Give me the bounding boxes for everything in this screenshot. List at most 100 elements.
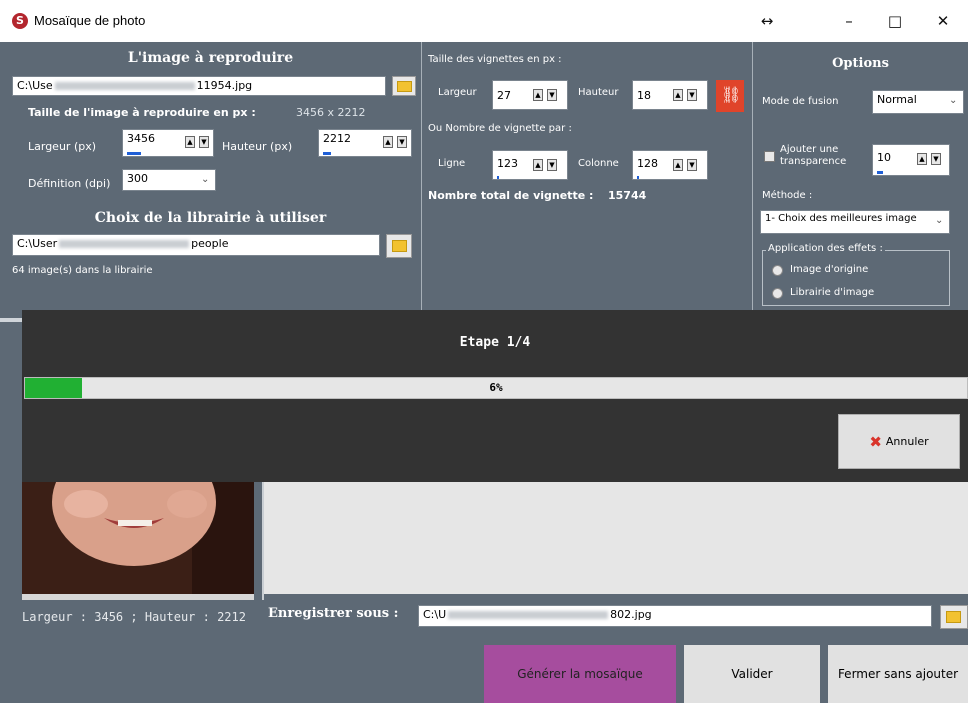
- cancel-button[interactable]: ✖ Annuler: [838, 414, 960, 469]
- cancel-icon: ✖: [869, 432, 882, 451]
- tile-width-value: 27: [497, 89, 511, 102]
- spin-down-icon[interactable]: ▼: [687, 159, 697, 171]
- radio-library-label: Librairie d'image: [790, 287, 875, 298]
- library-path-prefix: C:\User: [17, 237, 58, 250]
- preview-photo: [22, 482, 254, 594]
- save-as-label: Enregistrer sous :: [268, 606, 399, 621]
- tile-height-label: Hauteur: [578, 87, 619, 98]
- source-path-prefix: C:\Use: [17, 79, 53, 92]
- total-tiles-value: 15744: [608, 189, 647, 202]
- folder-icon: [946, 611, 961, 623]
- step-label: Etape 1/4: [459, 335, 531, 350]
- browse-library-button[interactable]: [386, 234, 412, 258]
- slider-thumb[interactable]: [877, 171, 883, 174]
- chevron-down-icon: ⌄: [935, 215, 944, 226]
- title-bar: S Mosaïque de photo ↔ – □ ✕: [0, 0, 968, 42]
- spin-down-icon[interactable]: ▼: [199, 136, 209, 148]
- maximize-button[interactable]: □: [872, 6, 918, 36]
- mosaic-preview-area: [264, 482, 968, 594]
- col-stepper[interactable]: 128 ▲ ▼: [632, 150, 708, 180]
- redacted-text: [59, 240, 190, 248]
- spin-down-icon[interactable]: ▼: [687, 89, 697, 101]
- slider-thumb[interactable]: [323, 152, 331, 155]
- library-count: 64 image(s) dans la librairie: [12, 265, 153, 276]
- row-stepper[interactable]: 123 ▲ ▼: [492, 150, 568, 180]
- slider-thumb[interactable]: [497, 176, 499, 179]
- validate-button[interactable]: Valider: [684, 645, 820, 703]
- width-value: 3456: [127, 132, 155, 145]
- minimize-button[interactable]: –: [826, 6, 872, 36]
- spin-up-icon[interactable]: ▲: [383, 136, 393, 148]
- source-path-suffix: 11954.jpg: [196, 79, 253, 92]
- redacted-text: [448, 611, 609, 619]
- progress-bar: 6%: [24, 377, 968, 399]
- spin-down-icon[interactable]: ▼: [547, 89, 557, 101]
- dpi-label: Définition (dpi): [28, 177, 111, 190]
- resize-icon[interactable]: ↔: [744, 6, 790, 36]
- folder-icon: [392, 240, 407, 252]
- transparency-label: Ajouter une transparence: [780, 144, 846, 168]
- col-value: 128: [637, 157, 658, 170]
- progress-percent: 6%: [489, 381, 503, 394]
- tile-width-label: Largeur: [438, 87, 477, 98]
- spin-up-icon[interactable]: ▲: [185, 136, 195, 148]
- open-file-icon: [397, 81, 412, 92]
- blend-mode-label: Mode de fusion: [762, 96, 839, 107]
- browse-save-button[interactable]: [940, 605, 968, 629]
- slider-thumb[interactable]: [637, 176, 639, 179]
- radio-library[interactable]: [772, 288, 783, 299]
- dpi-select[interactable]: 300 ⌄: [122, 169, 216, 191]
- tile-height-stepper[interactable]: 18 ▲ ▼: [632, 80, 708, 110]
- divider: [0, 318, 24, 322]
- library-header: Choix de la librairie à utiliser: [94, 210, 327, 226]
- preview-image: [22, 482, 254, 594]
- slider-thumb[interactable]: [127, 152, 141, 155]
- col-label: Colonne: [578, 158, 619, 169]
- window-title: Mosaïque de photo: [34, 13, 146, 28]
- method-select[interactable]: 1- Choix des meilleures image ⌄: [760, 210, 950, 234]
- row-label: Ligne: [438, 158, 466, 169]
- tile-width-stepper[interactable]: 27 ▲ ▼: [492, 80, 568, 110]
- spin-down-icon[interactable]: ▼: [931, 153, 941, 165]
- spin-up-icon[interactable]: ▲: [533, 89, 543, 101]
- spin-up-icon[interactable]: ▲: [673, 89, 683, 101]
- total-tiles-label: Nombre total de vignette :: [428, 189, 594, 202]
- save-path-suffix: 802.jpg: [610, 608, 652, 621]
- method-label: Méthode :: [762, 190, 813, 201]
- spin-down-icon[interactable]: ▼: [397, 136, 407, 148]
- image-dimensions: Largeur : 3456 ; Hauteur : 2212: [22, 610, 246, 624]
- spin-down-icon[interactable]: ▼: [547, 159, 557, 171]
- close-without-adding-button[interactable]: Fermer sans ajouter: [828, 645, 968, 703]
- source-size-label: Taille de l'image à reproduire en px :: [28, 106, 256, 119]
- method-value: 1- Choix des meilleures image: [765, 213, 917, 224]
- tile-height-value: 18: [637, 89, 651, 102]
- transparency-label-line: transparence: [780, 156, 847, 167]
- spin-up-icon[interactable]: ▲: [533, 159, 543, 171]
- generate-mosaic-button[interactable]: Générer la mosaïque: [484, 645, 676, 703]
- blend-mode-select[interactable]: Normal ⌄: [872, 90, 964, 114]
- preview-frame: [22, 594, 254, 600]
- chevron-down-icon: ⌄: [201, 174, 210, 185]
- source-path-field[interactable]: C:\Use 11954.jpg: [12, 76, 386, 96]
- width-stepper[interactable]: 3456 ▲ ▼: [122, 129, 214, 157]
- spin-up-icon[interactable]: ▲: [673, 159, 683, 171]
- save-path-prefix: C:\U: [423, 608, 447, 621]
- library-path-suffix: people: [191, 237, 229, 250]
- source-size-value: 3456 x 2212: [296, 106, 366, 119]
- height-stepper[interactable]: 2212 ▲ ▼: [318, 129, 412, 157]
- dpi-value: 300: [127, 172, 148, 185]
- source-image-header: L'image à reproduire: [127, 50, 294, 66]
- browse-file-button[interactable]: [392, 76, 416, 96]
- link-ratio-button[interactable]: ⛓: [716, 80, 744, 112]
- save-path-field[interactable]: C:\U 802.jpg: [418, 605, 932, 627]
- effects-label: Application des effets :: [766, 243, 885, 254]
- radio-origin[interactable]: [772, 265, 783, 276]
- transparency-stepper[interactable]: 10 ▲ ▼: [872, 144, 950, 176]
- column-divider: [421, 42, 422, 310]
- close-button[interactable]: ✕: [920, 6, 966, 36]
- cancel-label: Annuler: [885, 435, 929, 448]
- library-path-field[interactable]: C:\User people: [12, 234, 380, 256]
- transparency-value: 10: [877, 151, 891, 164]
- spin-up-icon[interactable]: ▲: [917, 153, 927, 165]
- transparency-checkbox[interactable]: [764, 151, 775, 162]
